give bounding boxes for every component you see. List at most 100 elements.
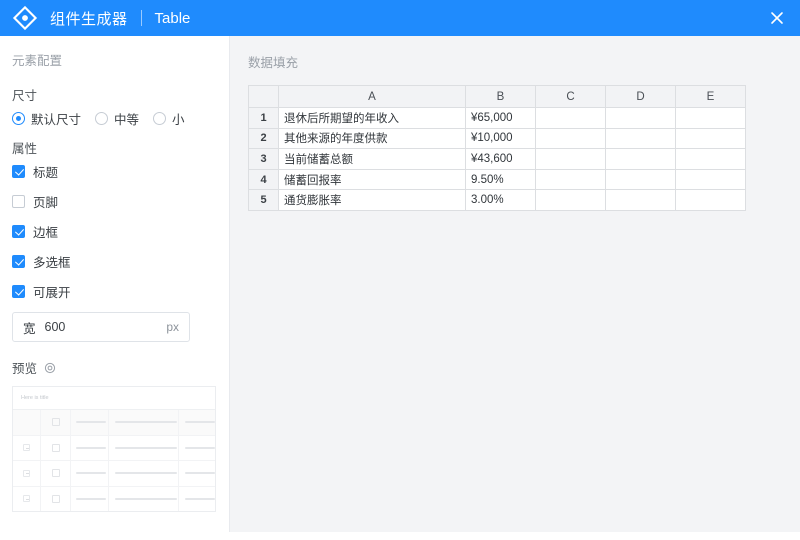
grid-cell[interactable]	[536, 108, 606, 129]
placeholder-bar	[185, 421, 215, 423]
preview-header: 预览	[12, 358, 217, 377]
preview-cell	[109, 436, 179, 461]
size-option-label: 小	[172, 109, 185, 128]
expand-icon	[23, 495, 30, 502]
table-row: 2 其他来源的年度供款 ¥10,000	[249, 128, 746, 149]
attribute-label: 页脚	[33, 192, 58, 211]
grid-column-header-e[interactable]: E	[676, 86, 746, 108]
sidebar-panel: 元素配置 尺寸 默认尺寸 中等 小 属性 标题 页脚	[0, 36, 230, 532]
attribute-label: 可展开	[33, 282, 71, 301]
attribute-checkbox-border[interactable]: 边框	[12, 222, 217, 241]
attribute-checkbox-footer[interactable]: 页脚	[12, 192, 217, 211]
placeholder-bar	[185, 498, 215, 500]
grid-cell[interactable]	[606, 149, 676, 170]
grid-column-header-a[interactable]: A	[279, 86, 466, 108]
element-config-heading: 元素配置	[12, 50, 217, 69]
row-number[interactable]: 5	[249, 190, 279, 211]
grid-column-header-c[interactable]: C	[536, 86, 606, 108]
preview-skeleton-table: Here is title	[12, 386, 216, 512]
grid-cell[interactable]	[606, 108, 676, 129]
row-number[interactable]: 1	[249, 108, 279, 129]
checkbox-icon	[52, 495, 60, 503]
grid-cell[interactable]: 退休后所期望的年收入	[279, 108, 466, 129]
checkbox-icon	[52, 469, 60, 477]
checkbox-icon	[12, 165, 25, 178]
attribute-label: 边框	[33, 222, 58, 241]
grid-cell[interactable]	[676, 128, 746, 149]
page-title: Table	[155, 10, 191, 27]
grid-cell[interactable]	[536, 149, 606, 170]
preview-label: 预览	[12, 358, 37, 377]
checkbox-icon	[12, 225, 25, 238]
grid-cell[interactable]	[536, 190, 606, 211]
width-input-unit: px	[166, 320, 179, 334]
preview-cell	[71, 436, 109, 461]
width-input-field[interactable]: 宽 600 px	[12, 312, 190, 342]
row-number[interactable]: 4	[249, 169, 279, 190]
placeholder-bar	[185, 472, 215, 474]
preview-skeleton-row	[13, 487, 215, 513]
checkbox-icon	[12, 285, 25, 298]
expand-icon	[23, 470, 30, 477]
size-option-medium[interactable]: 中等	[95, 109, 139, 128]
grid-cell[interactable]	[676, 108, 746, 129]
table-row: 5 通货膨胀率 3.00%	[249, 190, 746, 211]
eye-icon[interactable]	[44, 362, 56, 374]
preview-cell	[109, 487, 179, 512]
grid-header-row: A B C D E	[249, 86, 746, 108]
grid-cell[interactable]	[676, 169, 746, 190]
preview-cell	[71, 410, 109, 435]
grid-cell[interactable]	[676, 190, 746, 211]
grid-cell[interactable]	[536, 128, 606, 149]
grid-cell[interactable]: ¥10,000	[466, 128, 536, 149]
preview-checkbox-cell	[41, 461, 71, 486]
size-group-label: 尺寸	[12, 85, 217, 104]
preview-checkbox-cell	[41, 436, 71, 461]
close-button[interactable]	[768, 9, 786, 27]
preview-expand-cell	[13, 487, 41, 512]
title-bar: 组件生成器 Table	[0, 0, 800, 36]
grid-cell[interactable]	[606, 190, 676, 211]
preview-skeleton-row	[13, 436, 215, 462]
data-fill-heading: 数据填充	[248, 52, 780, 71]
grid-cell[interactable]: 9.50%	[466, 169, 536, 190]
checkbox-icon	[52, 418, 60, 426]
size-option-small[interactable]: 小	[153, 109, 185, 128]
table-row: 3 当前储蓄总额 ¥43,600	[249, 149, 746, 170]
preview-cell	[179, 436, 215, 461]
checkbox-icon	[12, 255, 25, 268]
table-row: 1 退休后所期望的年收入 ¥65,000	[249, 108, 746, 129]
preview-cell	[109, 461, 179, 486]
attribute-checkbox-multiselect[interactable]: 多选框	[12, 252, 217, 271]
grid-cell[interactable]: 当前储蓄总额	[279, 149, 466, 170]
placeholder-bar	[76, 421, 106, 423]
data-grid[interactable]: A B C D E 1 退休后所期望的年收入 ¥65,000 2	[248, 85, 746, 211]
grid-column-header-b[interactable]: B	[466, 86, 536, 108]
grid-cell[interactable]	[606, 169, 676, 190]
table-row: 4 储蓄回报率 9.50%	[249, 169, 746, 190]
row-number[interactable]: 2	[249, 128, 279, 149]
grid-cell[interactable]	[676, 149, 746, 170]
size-radio-group: 默认尺寸 中等 小	[12, 109, 217, 128]
grid-cell[interactable]: 通货膨胀率	[279, 190, 466, 211]
preview-expand-cell	[13, 436, 41, 461]
grid-corner-header[interactable]	[249, 86, 279, 108]
attribute-checkbox-title[interactable]: 标题	[12, 162, 217, 181]
grid-column-header-d[interactable]: D	[606, 86, 676, 108]
preview-checkbox-cell	[41, 410, 71, 435]
row-number[interactable]: 3	[249, 149, 279, 170]
grid-cell[interactable]	[536, 169, 606, 190]
preview-cell	[109, 410, 179, 435]
grid-cell[interactable]	[606, 128, 676, 149]
grid-cell[interactable]: 3.00%	[466, 190, 536, 211]
placeholder-bar	[185, 447, 215, 449]
size-option-default[interactable]: 默认尺寸	[12, 109, 81, 128]
preview-cell	[179, 410, 215, 435]
grid-cell[interactable]: 储蓄回报率	[279, 169, 466, 190]
grid-cell[interactable]: ¥65,000	[466, 108, 536, 129]
width-input-value[interactable]: 600	[45, 320, 167, 334]
expand-icon	[23, 444, 30, 451]
attribute-checkbox-expandable[interactable]: 可展开	[12, 282, 217, 301]
grid-cell[interactable]: 其他来源的年度供款	[279, 128, 466, 149]
grid-cell[interactable]: ¥43,600	[466, 149, 536, 170]
